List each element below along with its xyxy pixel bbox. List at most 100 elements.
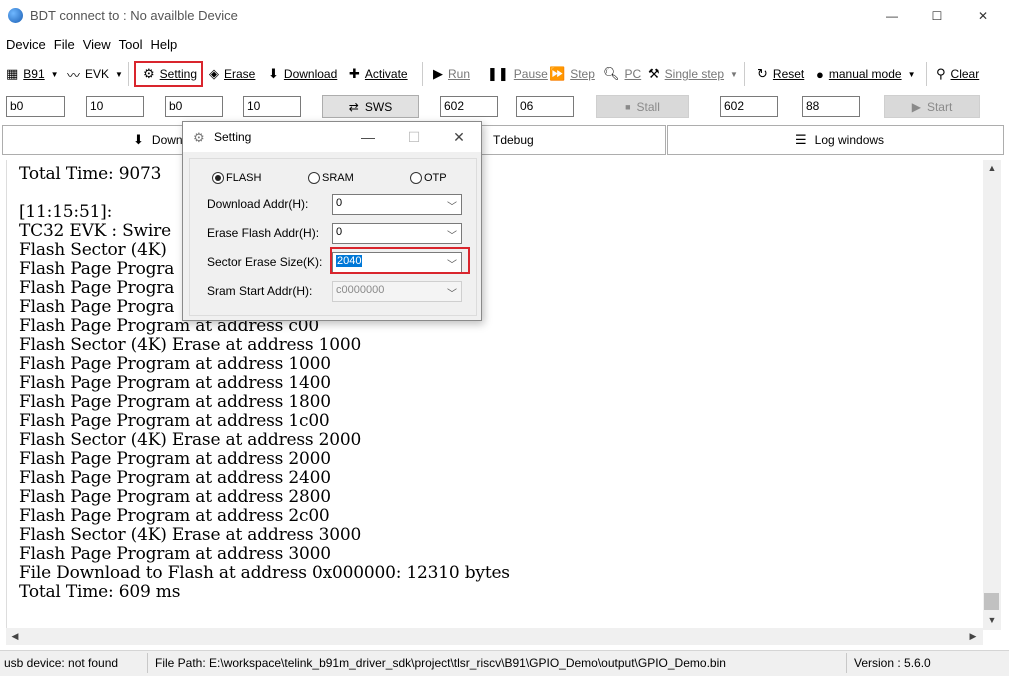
activate-button[interactable]: ✚ Activate xyxy=(349,64,408,84)
menu-view[interactable]: View xyxy=(83,37,111,52)
download-addr-label: Download Addr(H): xyxy=(207,197,309,211)
run-button[interactable]: ▶ Run xyxy=(433,64,470,84)
pause-button[interactable]: ❚❚ Pause xyxy=(487,64,548,84)
download-addr-value: 0 xyxy=(336,197,343,209)
download-arrow-icon: ⬇ xyxy=(133,132,144,147)
status-bar: usb device: not found File Path: E:\work… xyxy=(0,650,1009,676)
field-8[interactable]: 88 xyxy=(802,96,860,117)
download-button[interactable]: ⬇ Download xyxy=(268,64,337,84)
menu-tool[interactable]: Tool xyxy=(119,37,143,52)
menu-help[interactable]: Help xyxy=(151,37,178,52)
setting-button[interactable]: ⚙ Setting xyxy=(134,61,203,87)
radio-flash[interactable]: FLASH xyxy=(212,172,261,184)
start-button[interactable]: ▶ Start xyxy=(884,95,980,118)
field-6[interactable]: 06 xyxy=(516,96,574,117)
clear-button[interactable]: ⚲ Clear xyxy=(936,64,979,84)
toolbar-divider xyxy=(422,62,423,86)
maximize-button[interactable]: ☐ xyxy=(914,0,960,32)
play-icon: ▶ xyxy=(911,99,921,114)
app-logo-icon xyxy=(8,8,23,23)
reset-label: Reset xyxy=(772,67,805,81)
field-1[interactable]: b0 xyxy=(6,96,65,117)
highlight-box xyxy=(330,247,470,274)
field-5[interactable]: 602 xyxy=(440,96,498,117)
single-step-label: Single step xyxy=(664,67,725,81)
log-line: Flash Page Program at address 2400 xyxy=(19,468,331,488)
dialog-maximize-button[interactable]: ☐ xyxy=(401,126,427,148)
activate-label: Activate xyxy=(364,67,408,81)
log-line: File Download to Flash at address 0x0000… xyxy=(19,563,510,583)
sram-addr-combo[interactable]: c0000000 ﹀ xyxy=(332,281,462,302)
log-line: Flash Page Program at address 2000 xyxy=(19,449,331,469)
scroll-right-icon[interactable]: ▶ xyxy=(966,628,980,645)
scrollbar-thumb[interactable] xyxy=(984,593,999,610)
list-icon: ☰ xyxy=(795,132,807,147)
pause-icon: ❚❚ xyxy=(487,66,509,81)
step-label: Step xyxy=(570,67,595,81)
menu-file[interactable]: File xyxy=(54,37,75,52)
field-3[interactable]: b0 xyxy=(165,96,223,117)
chevron-down-icon: ﹀ xyxy=(447,289,457,300)
stall-button[interactable]: ■ Stall xyxy=(596,95,689,118)
log-line: Total Time: 609 ms xyxy=(19,582,181,602)
scroll-up-icon[interactable]: ▲ xyxy=(983,160,1001,177)
clear-label: Clear xyxy=(950,67,980,81)
log-line: Flash Sector (4K) Erase at address 2000 xyxy=(19,430,362,450)
gear-icon: ⚙ xyxy=(143,66,155,81)
manual-mode-label: manual mode xyxy=(828,67,902,81)
scroll-down-icon[interactable]: ▼ xyxy=(983,612,1001,629)
chip-select[interactable]: ▦ B91 ▼ xyxy=(6,64,59,84)
pc-label: PC xyxy=(624,67,642,81)
log-line: Flash Page Program at address 1000 xyxy=(19,354,331,374)
pause-label: Pause xyxy=(513,67,548,81)
erase-label: Erase xyxy=(224,67,256,81)
sram-addr-value: c0000000 xyxy=(336,284,385,296)
toolbar-divider xyxy=(128,62,129,86)
log-line: Flash Page Program at address 1c00 xyxy=(19,411,330,431)
setting-label: Setting xyxy=(159,67,198,81)
scroll-left-icon[interactable]: ◀ xyxy=(8,628,22,645)
radio-sram-label: SRAM xyxy=(322,172,354,184)
download-addr-combo[interactable]: 0 ﹀ xyxy=(332,194,462,215)
toolbar-divider xyxy=(744,62,745,86)
radio-otp[interactable]: OTP xyxy=(410,172,447,184)
board-label: EVK xyxy=(85,67,110,81)
horizontal-scrollbar[interactable] xyxy=(6,628,983,645)
board-select[interactable]: 〰 EVK ▼ xyxy=(67,64,123,84)
reset-button[interactable]: ↻ Reset xyxy=(757,64,804,84)
search-icon: 🔍︎ xyxy=(603,66,620,81)
chevron-down-icon: ▼ xyxy=(50,69,59,79)
close-button[interactable]: ✕ xyxy=(960,0,1006,32)
chevron-down-icon: ﹀ xyxy=(447,202,457,213)
step-button[interactable]: ⏩ Step xyxy=(549,64,595,84)
minimize-button[interactable]: — xyxy=(869,0,915,32)
dialog-close-button[interactable]: ✕ xyxy=(446,126,472,148)
dialog-minimize-button[interactable]: — xyxy=(355,126,381,148)
chip-icon: ▦ xyxy=(6,66,19,81)
tab-log-windows[interactable]: ☰ Log windows xyxy=(667,125,1004,155)
file-path: File Path: E:\workspace\telink_b91m_driv… xyxy=(155,656,726,670)
chip-label: B91 xyxy=(23,67,45,81)
field-4[interactable]: 10 xyxy=(243,96,301,117)
field-2[interactable]: 10 xyxy=(86,96,144,117)
plus-icon: ✚ xyxy=(349,66,360,81)
step-icon: ⏩ xyxy=(549,66,566,81)
gear-icon: ⚙ xyxy=(193,130,205,145)
radio-otp-label: OTP xyxy=(424,172,447,184)
usb-status: usb device: not found xyxy=(4,656,119,670)
log-output[interactable]: Total Time: 9073 [11:15:51]: TC32 EVK : S… xyxy=(6,160,983,630)
erase-addr-combo[interactable]: 0 ﹀ xyxy=(332,223,462,244)
vertical-scrollbar[interactable] xyxy=(983,160,1001,630)
radio-dot xyxy=(410,172,422,184)
erase-button[interactable]: ◈ Erase xyxy=(209,64,255,84)
single-step-select[interactable]: ⚒ Single step ▼ xyxy=(648,64,738,84)
menu-device[interactable]: Device xyxy=(6,37,46,52)
stop-icon: ■ xyxy=(625,101,631,112)
manual-mode-select[interactable]: ● manual mode ▼ xyxy=(816,64,916,84)
radio-sram[interactable]: SRAM xyxy=(308,172,354,184)
pc-button[interactable]: 🔍︎ PC xyxy=(603,64,641,84)
dialog-body: FLASH SRAM OTP Download Addr(H): 0 ﹀ Era… xyxy=(189,158,477,316)
sws-button[interactable]: ⇄ SWS xyxy=(322,95,419,118)
wand-icon: ⚒ xyxy=(648,66,660,81)
field-7[interactable]: 602 xyxy=(720,96,778,117)
